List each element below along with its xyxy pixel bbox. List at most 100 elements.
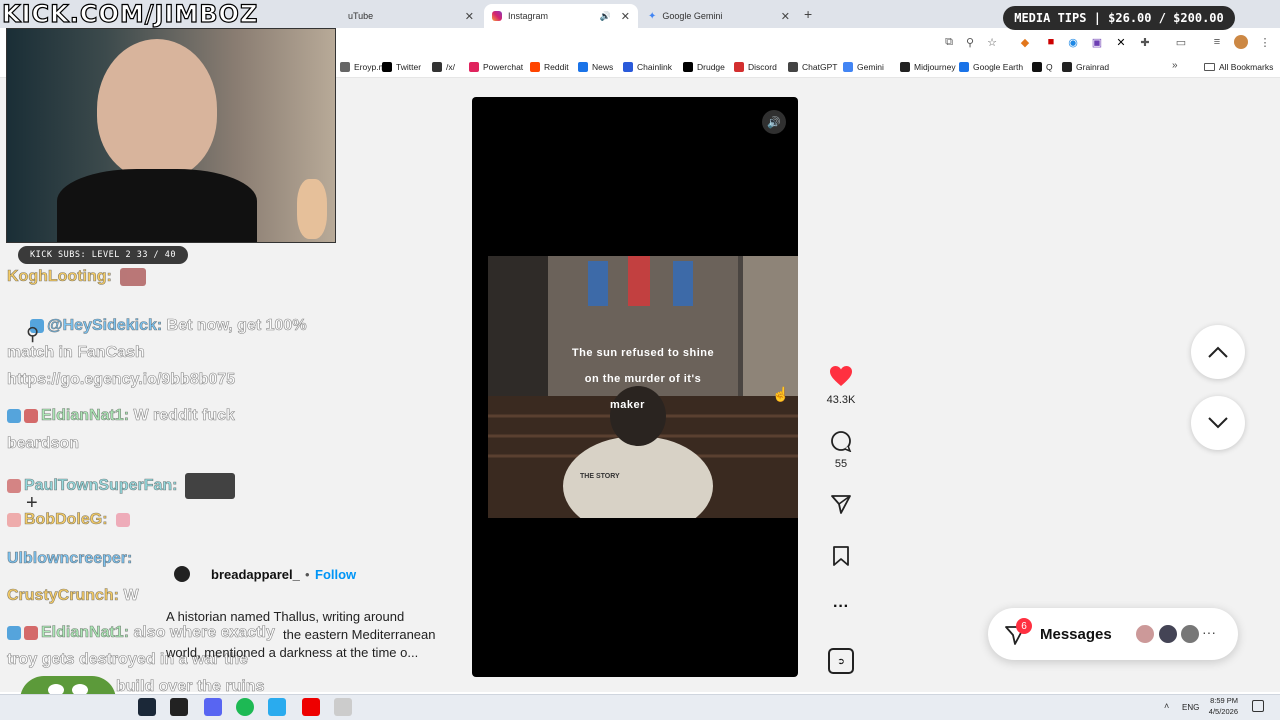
clock-date[interactable]: 4/5/2026 [1204,707,1238,716]
tab-youtube[interactable]: uTube ✕ [340,4,482,28]
close-icon[interactable]: ✕ [465,10,474,23]
cursor-hand-icon: ☝ [772,386,790,402]
badge-icon [7,625,21,640]
bookmark-favicon-icon [843,62,853,72]
chat-message: CrustyCrunch: W [7,587,139,605]
bookmark-item[interactable]: Google Earth [959,58,1023,76]
tab-label: uTube [348,11,374,21]
chat-link[interactable]: https://go.egency.io/9bb8b075 [7,371,236,389]
chat-message: EldianNat1: W reddit fuck [7,407,235,425]
tab-instagram[interactable]: Instagram 🔊 ✕ [484,4,638,28]
previous-reel-button[interactable] [1191,325,1245,379]
bookmark-favicon-icon [900,62,910,72]
bookmark-star-icon[interactable]: ☆ [985,35,999,49]
follow-button[interactable]: Follow [315,567,356,582]
badge-icon [7,512,21,527]
extension-icon[interactable]: ■ [1044,35,1058,49]
share-send-icon[interactable] [828,491,854,517]
badge-icon [7,479,21,493]
bookmark-favicon-icon [432,62,442,72]
extensions-puzzle-icon[interactable]: ✚ [1138,35,1152,49]
caption-line: maker [610,399,645,411]
bookmark-label: Drudge [697,62,725,72]
bookmark-item[interactable]: Twitter [382,58,421,76]
chat-username: Ulblowncreeper: [7,550,133,568]
bookmark-item[interactable]: News [578,58,613,76]
chevron-up-icon[interactable]: ˄ [1164,701,1169,711]
church-scene-graphic [488,256,798,536]
language-indicator[interactable]: ENG [1182,703,1199,712]
bookmark-item[interactable]: Drudge [683,58,725,76]
bookmark-favicon-icon [382,62,392,72]
separator: • [305,567,310,582]
telegram-icon[interactable] [268,698,286,716]
spotify-icon[interactable] [236,698,254,716]
badge-icon [24,625,38,640]
author-username[interactable]: breadapparel_ [211,567,300,582]
bookmark-favicon-icon [623,62,633,72]
bookmark-label: ChatGPT [802,62,838,72]
bookmark-label: Discord [748,62,777,72]
screenshot-icon[interactable]: ⧉ [942,35,956,49]
emote [119,268,146,286]
clock-time[interactable]: 8:59 PM [1208,696,1238,705]
volume-icon[interactable]: 🔊 [762,110,786,134]
bookmark-item[interactable]: Grainrad [1062,58,1109,76]
extension-icon[interactable]: ▣ [1090,35,1104,49]
more-options-icon[interactable]: ··· [1202,624,1216,640]
terminal-icon[interactable] [170,698,188,716]
stream-logo: KICK.COM/JIMBOZ [1,0,259,29]
bookmark-item[interactable]: Midjourney [900,58,956,76]
steam-icon[interactable] [138,698,156,716]
close-icon[interactable]: ✕ [781,10,790,23]
tab-gemini[interactable]: ✦ Google Gemini ✕ [640,4,798,28]
extension-icon[interactable]: ◉ [1066,35,1080,49]
bookmark-item[interactable]: Chainlink [623,58,672,76]
bookmark-item[interactable]: Gemini [843,58,884,76]
more-vert-icon[interactable]: ⋮ [1258,35,1272,49]
chat-text: build over the ruins [116,678,265,696]
caption-line: on the murder of it's [584,373,702,385]
speaker-icon[interactable]: 🔊 [600,11,611,22]
like-heart-icon[interactable] [828,363,854,389]
more-options-icon[interactable]: ··· [828,594,854,620]
sidebar-icon[interactable]: ▭ [1174,35,1188,49]
bookmark-favicon-icon [1062,62,1072,72]
chat-text: beardson [7,435,80,453]
bookmark-item[interactable]: Q [1032,58,1053,76]
next-reel-button[interactable] [1191,396,1245,450]
bookmark-item[interactable]: Powerchat [469,58,523,76]
audio-thumbnail-icon[interactable]: ➲ [828,648,854,674]
bookmark-item[interactable]: Discord [734,58,777,76]
unread-badge: 6 [1016,618,1032,634]
create-plus-icon[interactable]: + [26,492,38,515]
reel-description[interactable]: world, mentioned a darkness at the time … [166,645,418,660]
profile-avatar[interactable] [1234,35,1248,49]
app-icon[interactable] [334,698,352,716]
bookmark-item[interactable]: ChatGPT [788,58,837,76]
x-icon[interactable]: ✕ [1114,35,1128,49]
shirt-text: THE STORY [580,473,620,480]
zoom-icon[interactable]: ⚲ [963,35,977,49]
bookmark-item[interactable]: /x/ [432,58,455,76]
notification-icon[interactable] [1252,700,1264,712]
tab-label: Google Gemini [662,11,723,21]
metamask-icon[interactable]: ◆ [1018,35,1032,49]
windows-taskbar [0,694,1280,720]
chat-username: EldianNat1: [41,407,130,425]
chevron-right-icon[interactable]: » [1172,60,1178,71]
menu-list-icon[interactable]: ≡ [1210,35,1224,49]
save-bookmark-icon[interactable] [828,543,854,569]
new-tab-button[interactable]: + [804,6,812,22]
all-bookmarks-folder[interactable]: All Bookmarks [1204,58,1273,76]
app-icon[interactable] [302,698,320,716]
bookmark-item[interactable]: Reddit [530,58,569,76]
bookmark-label: Twitter [396,62,422,72]
bookmark-label: /x/ [446,62,455,72]
close-icon[interactable]: ✕ [621,10,630,23]
search-icon[interactable]: ⚲ [26,324,39,345]
chat-username: KoghLooting: [7,268,112,286]
author-avatar[interactable] [174,566,190,582]
discord-icon[interactable] [204,698,222,716]
comment-icon[interactable] [828,428,854,454]
